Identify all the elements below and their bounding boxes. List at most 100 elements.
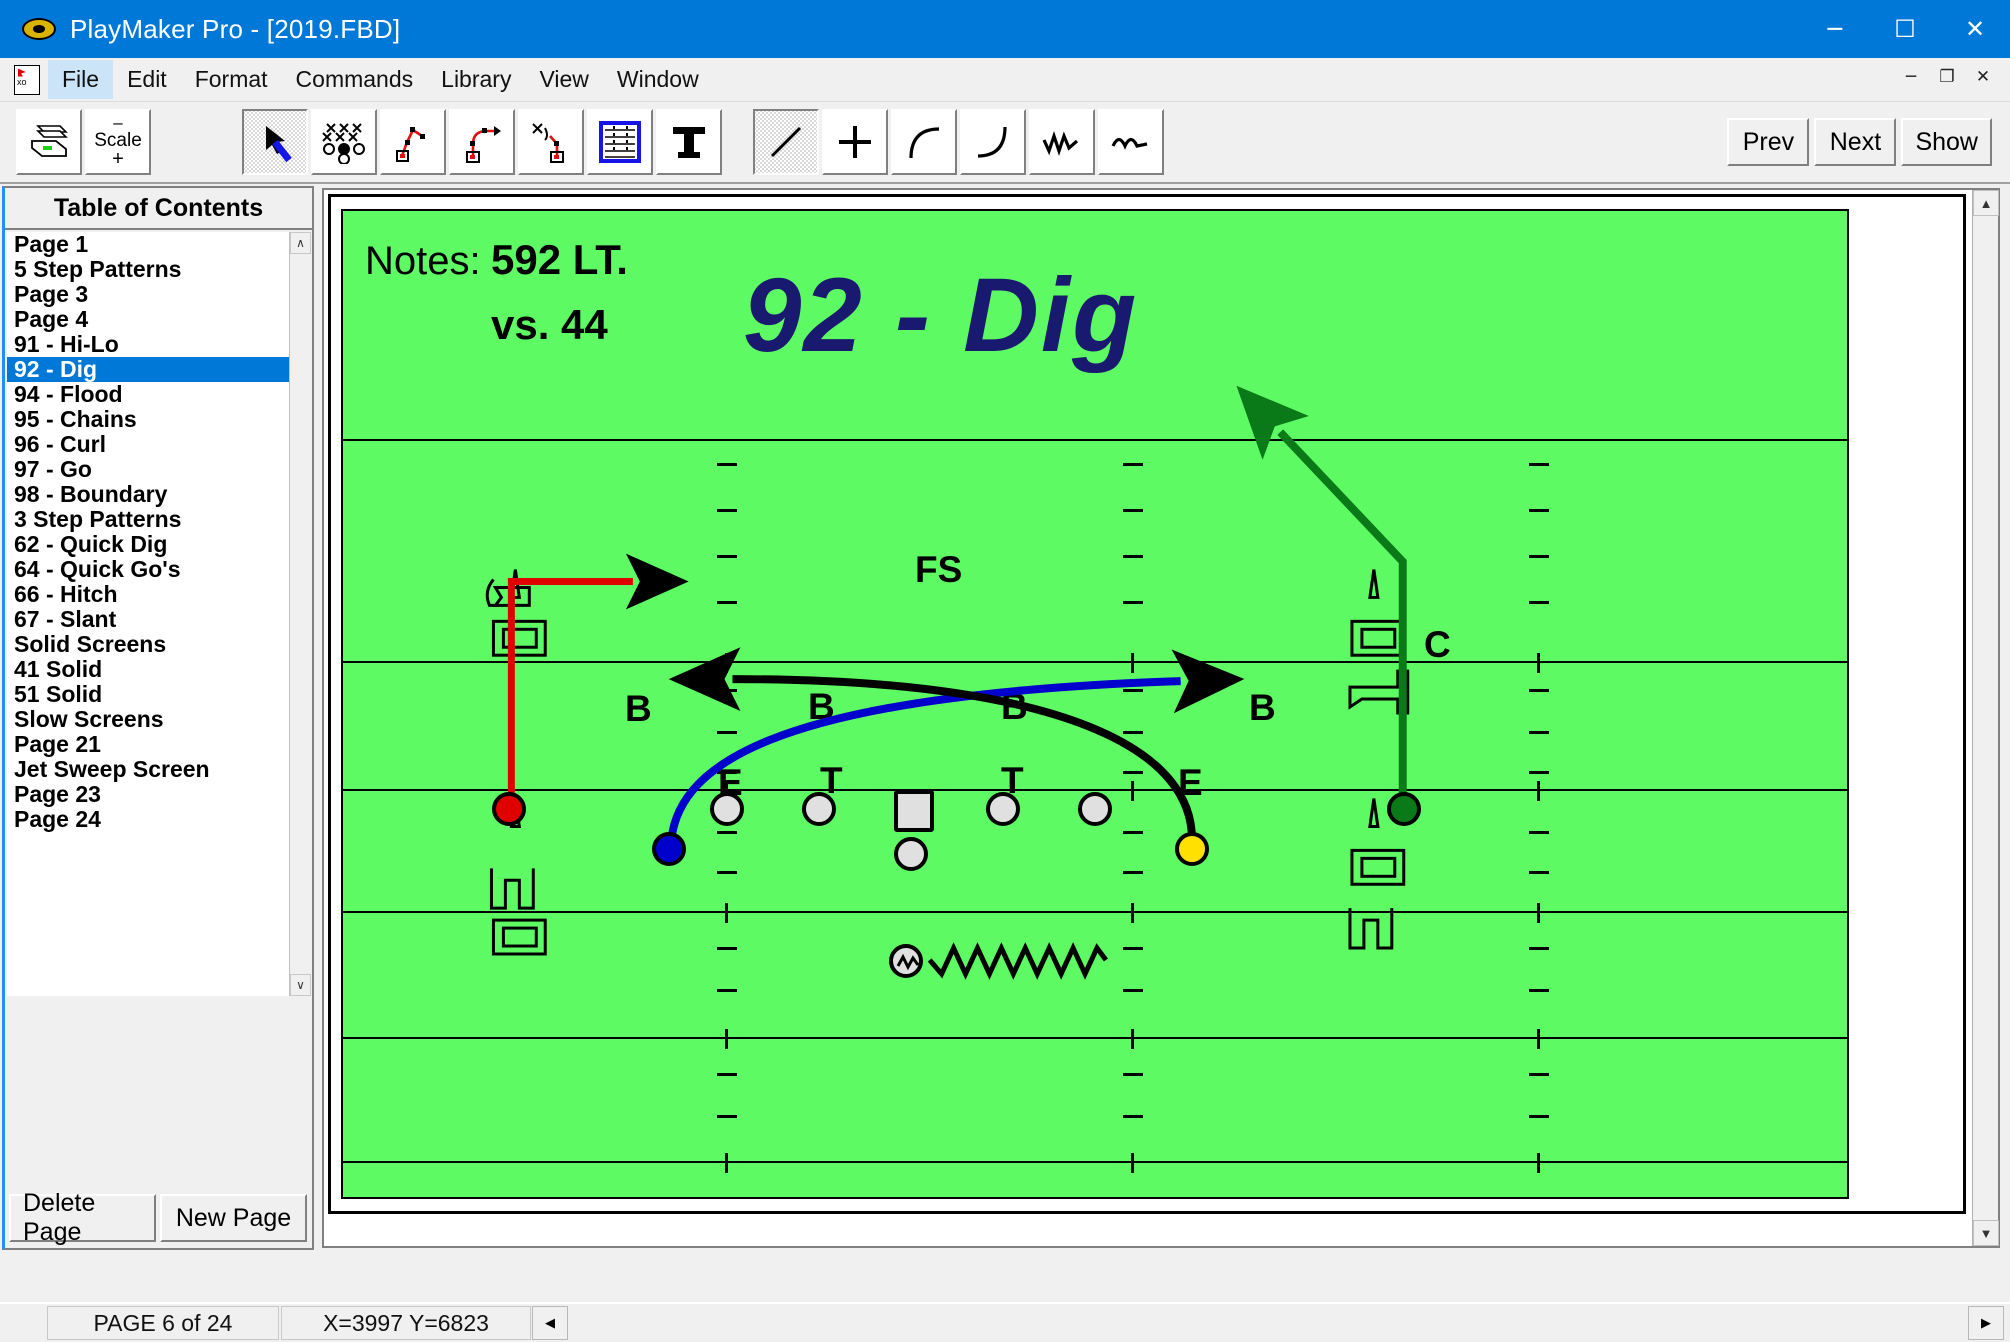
status-scroll-left-icon[interactable]: ◀	[532, 1306, 568, 1340]
toc-scroll-up-icon[interactable]: ∧	[290, 232, 311, 254]
toc-list[interactable]: Page 15 Step Patterns Page 3 Page 4 91 - Hi…	[7, 232, 294, 996]
route-arrow-tool[interactable]	[449, 109, 515, 175]
prev-button[interactable]: Prev	[1727, 118, 1810, 166]
menu-window[interactable]: Window	[603, 60, 713, 99]
status-scroll-right-icon[interactable]: ▶	[1968, 1306, 2004, 1340]
cursor-arrow-icon	[266, 126, 292, 163]
field-tool[interactable]	[587, 109, 653, 175]
window-title: PlayMaker Pro - [2019.FBD]	[70, 13, 401, 44]
play-page[interactable]: Notes: 592 LT. vs. 44 92 - Dig FS B B B B C E T…	[328, 194, 1966, 1214]
minimize-button[interactable]: ─	[1800, 0, 1870, 58]
new-page-button[interactable]: New Page	[160, 1194, 307, 1242]
scale-label: Scale	[94, 129, 142, 151]
toc-item[interactable]: 91 - Hi-Lo	[7, 332, 293, 357]
slot-blue[interactable]	[652, 832, 686, 866]
mdi-close-button[interactable]: ✕	[1966, 62, 2000, 92]
toc-item[interactable]: 67 - Slant	[7, 607, 293, 632]
show-button[interactable]: Show	[1901, 118, 1992, 166]
lineman-1[interactable]	[710, 792, 744, 826]
wave-motion-tool[interactable]	[1098, 109, 1164, 175]
defense-label: B	[1249, 687, 1276, 728]
toc-header: Table of Contents	[5, 188, 312, 230]
text-tool[interactable]	[656, 109, 722, 175]
toc-scrollbar[interactable]: ∧ ∨	[289, 232, 311, 996]
canvas-scroll-down-icon[interactable]: ▼	[1973, 1220, 1999, 1246]
formation-icon	[322, 123, 365, 164]
app-logo-icon	[22, 18, 56, 40]
football-field[interactable]: Notes: 592 LT. vs. 44 92 - Dig FS B B B B C E T…	[341, 209, 1849, 1199]
print-button[interactable]	[16, 109, 82, 175]
page-nav-buttons: Prev Next Show	[1727, 118, 1992, 166]
maximize-button[interactable]: ☐	[1870, 0, 1940, 58]
toc-item[interactable]: 98 - Boundary	[7, 482, 293, 507]
toc-item[interactable]: 95 - Chains	[7, 407, 293, 432]
toc-item[interactable]: Page 1	[7, 232, 293, 257]
arc-down-icon	[977, 126, 1007, 158]
defense-label: C	[1424, 624, 1451, 665]
menu-commands[interactable]: Commands	[282, 60, 428, 99]
running-back-yellow[interactable]	[1175, 832, 1209, 866]
toc-item[interactable]: Page 3	[7, 282, 293, 307]
next-button[interactable]: Next	[1814, 118, 1897, 166]
defense-label: E	[1178, 762, 1203, 803]
arc-down-tool[interactable]	[960, 109, 1026, 175]
toc-item[interactable]: 3 Step Patterns	[7, 507, 293, 532]
toc-item[interactable]: 64 - Quick Go's	[7, 557, 293, 582]
straight-line-tool[interactable]	[753, 109, 819, 175]
menu-view[interactable]: View	[525, 60, 602, 99]
toc-item[interactable]: Page 24	[7, 807, 293, 832]
toc-item[interactable]: Page 4	[7, 307, 293, 332]
defense-label: FS	[915, 549, 963, 590]
defender-route-tool[interactable]	[518, 109, 584, 175]
toc-item[interactable]: Slow Screens	[7, 707, 293, 732]
motion-back[interactable]	[889, 944, 923, 978]
menu-format[interactable]: Format	[181, 60, 282, 99]
toc-item[interactable]: 62 - Quick Dig	[7, 532, 293, 557]
canvas-vertical-scrollbar[interactable]: ▲ ▼	[1972, 190, 1999, 1246]
menu-file[interactable]: File	[48, 60, 114, 99]
select-arrow-tool[interactable]	[242, 109, 308, 175]
notes-line-2: vs. 44	[491, 301, 608, 348]
black-drag-route	[668, 647, 1196, 849]
formation-tool[interactable]	[311, 109, 377, 175]
route-segment-icon	[396, 127, 425, 162]
quarterback[interactable]	[894, 837, 928, 871]
zigzag-motion-tool[interactable]	[1029, 109, 1095, 175]
arc-up-tool[interactable]	[891, 109, 957, 175]
toc-item[interactable]: Jet Sweep Screen	[7, 757, 293, 782]
arc-up-icon	[909, 127, 940, 159]
status-bar: PAGE 6 of 24 X=3997 Y=6823 ◀ ▶	[0, 1302, 2010, 1342]
lineman-3[interactable]	[986, 792, 1020, 826]
split-end-red[interactable]	[492, 792, 526, 826]
scale-button[interactable]: – Scale +	[85, 109, 151, 175]
delete-page-button[interactable]: Delete Page	[9, 1189, 156, 1246]
toc-item[interactable]: Page 23	[7, 782, 293, 807]
toc-item[interactable]: 5 Step Patterns	[7, 257, 293, 282]
mdi-restore-button[interactable]: ❐	[1930, 62, 1964, 92]
toc-item[interactable]: 66 - Hitch	[7, 582, 293, 607]
canvas-scroll-up-icon[interactable]: ▲	[1973, 190, 1999, 216]
menu-library[interactable]: Library	[427, 60, 525, 99]
plus-crosshair-tool[interactable]	[822, 109, 888, 175]
close-button[interactable]: ✕	[1940, 0, 2010, 58]
toc-item[interactable]: 51 Solid	[7, 682, 293, 707]
defense-label: B	[808, 686, 835, 727]
route-segment-tool[interactable]	[380, 109, 446, 175]
center-square[interactable]	[894, 790, 934, 832]
menu-edit[interactable]: Edit	[113, 60, 181, 99]
toc-item[interactable]: Page 21	[7, 732, 293, 757]
flanker-green[interactable]	[1387, 792, 1421, 826]
toc-item[interactable]: 94 - Flood	[7, 382, 293, 407]
toc-item[interactable]: 92 - Dig	[7, 357, 293, 382]
line-icon	[770, 126, 802, 158]
lineman-4[interactable]	[1078, 792, 1112, 826]
lineman-2[interactable]	[802, 792, 836, 826]
toc-item[interactable]: Solid Screens	[7, 632, 293, 657]
defense-label: B	[625, 688, 652, 729]
mdi-minimize-button[interactable]: ─	[1894, 62, 1928, 92]
toc-scroll-down-icon[interactable]: ∨	[290, 974, 311, 996]
toc-item[interactable]: 97 - Go	[7, 457, 293, 482]
notes-label: Notes:	[365, 239, 481, 283]
toc-item[interactable]: 96 - Curl	[7, 432, 293, 457]
toc-item[interactable]: 41 Solid	[7, 657, 293, 682]
